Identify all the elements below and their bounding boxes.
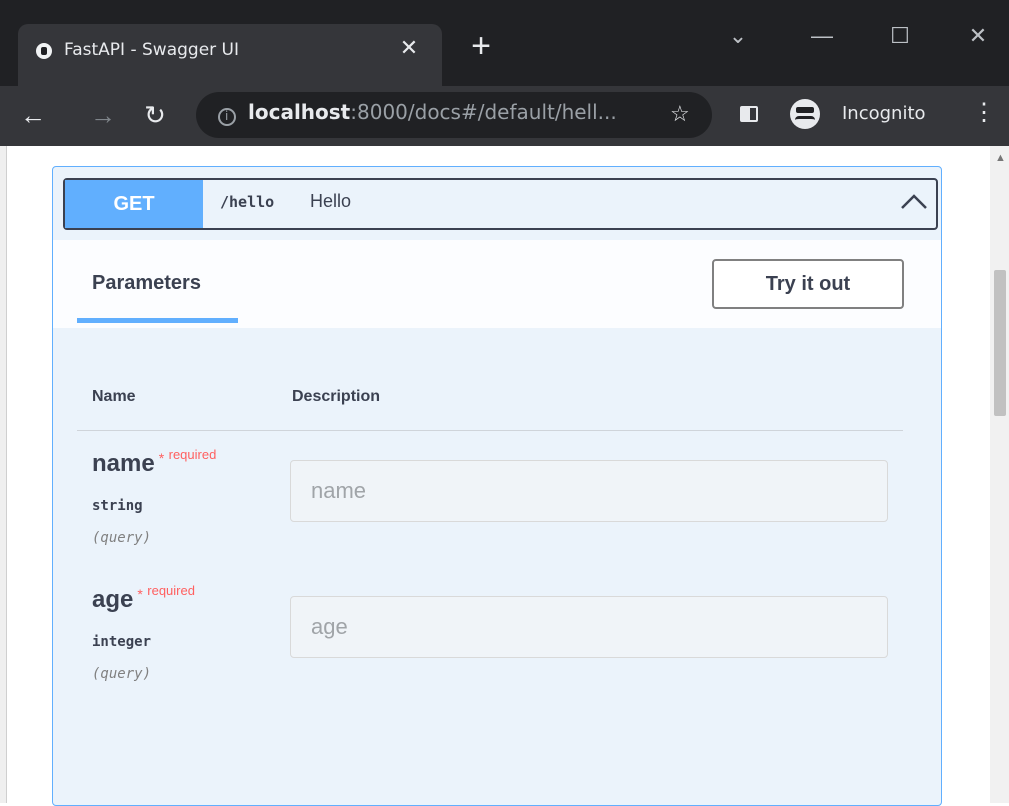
new-tab-icon[interactable]: + <box>466 29 496 63</box>
try-it-out-button[interactable]: Try it out <box>712 259 904 309</box>
param-location: (query) <box>92 666 152 682</box>
url-host: localhost <box>248 100 351 124</box>
incognito-label[interactable]: Incognito <box>842 103 926 124</box>
required-star: * <box>137 586 143 602</box>
param-name-cell: name * required <box>92 447 217 478</box>
back-arrow-icon[interactable]: ← <box>18 100 48 130</box>
bookmark-star-icon[interactable]: ☆ <box>670 103 690 125</box>
param-type: integer <box>92 634 152 650</box>
incognito-icon[interactable] <box>790 99 820 129</box>
reload-icon[interactable]: ↻ <box>140 100 170 130</box>
url-text[interactable]: localhost:8000/docs#/default/hell... <box>248 100 617 124</box>
browser-menu-icon[interactable]: ⋮ <box>972 98 996 128</box>
required-label: required <box>147 583 195 598</box>
parameters-tab-underline <box>77 318 238 323</box>
param-name-cell: age * required <box>92 583 195 614</box>
site-info-icon[interactable] <box>218 108 236 126</box>
parameters-tab[interactable]: Parameters <box>92 272 201 295</box>
side-panel-icon[interactable] <box>740 106 758 122</box>
scroll-up-arrow-icon[interactable]: ▲ <box>995 152 1006 164</box>
forward-arrow-icon[interactable]: → <box>88 100 118 130</box>
column-header-name: Name <box>92 388 136 405</box>
tab-search-chevron-icon[interactable]: ⌄ <box>718 22 758 50</box>
scrollbar-track[interactable] <box>990 146 1009 803</box>
header-divider <box>77 430 903 431</box>
column-header-description: Description <box>292 388 381 405</box>
tab-close-icon[interactable]: ✕ <box>398 37 420 59</box>
fastapi-favicon-icon <box>36 43 52 59</box>
url-path: :8000/docs#/default/hell... <box>350 100 617 124</box>
operation-summary-text: Hello <box>310 191 352 211</box>
tab-title: FastAPI - Swagger UI <box>64 40 239 60</box>
age-input[interactable] <box>290 596 888 658</box>
param-type: string <box>92 498 143 514</box>
collapse-chevron-icon[interactable] <box>898 186 930 218</box>
param-location: (query) <box>92 530 152 546</box>
param-name: name <box>92 450 155 477</box>
scrollbar-thumb[interactable] <box>994 270 1006 416</box>
maximize-icon[interactable]: ☐ <box>880 22 920 50</box>
page-left-edge <box>0 146 7 803</box>
required-star: * <box>158 450 165 466</box>
minimize-icon[interactable]: — <box>802 22 842 50</box>
name-input[interactable] <box>290 460 888 522</box>
method-badge: GET <box>65 180 203 228</box>
close-window-icon[interactable]: ✕ <box>958 22 998 50</box>
param-name: age <box>92 586 134 613</box>
operation-path: /hello <box>220 193 275 211</box>
required-label: required <box>168 447 217 462</box>
